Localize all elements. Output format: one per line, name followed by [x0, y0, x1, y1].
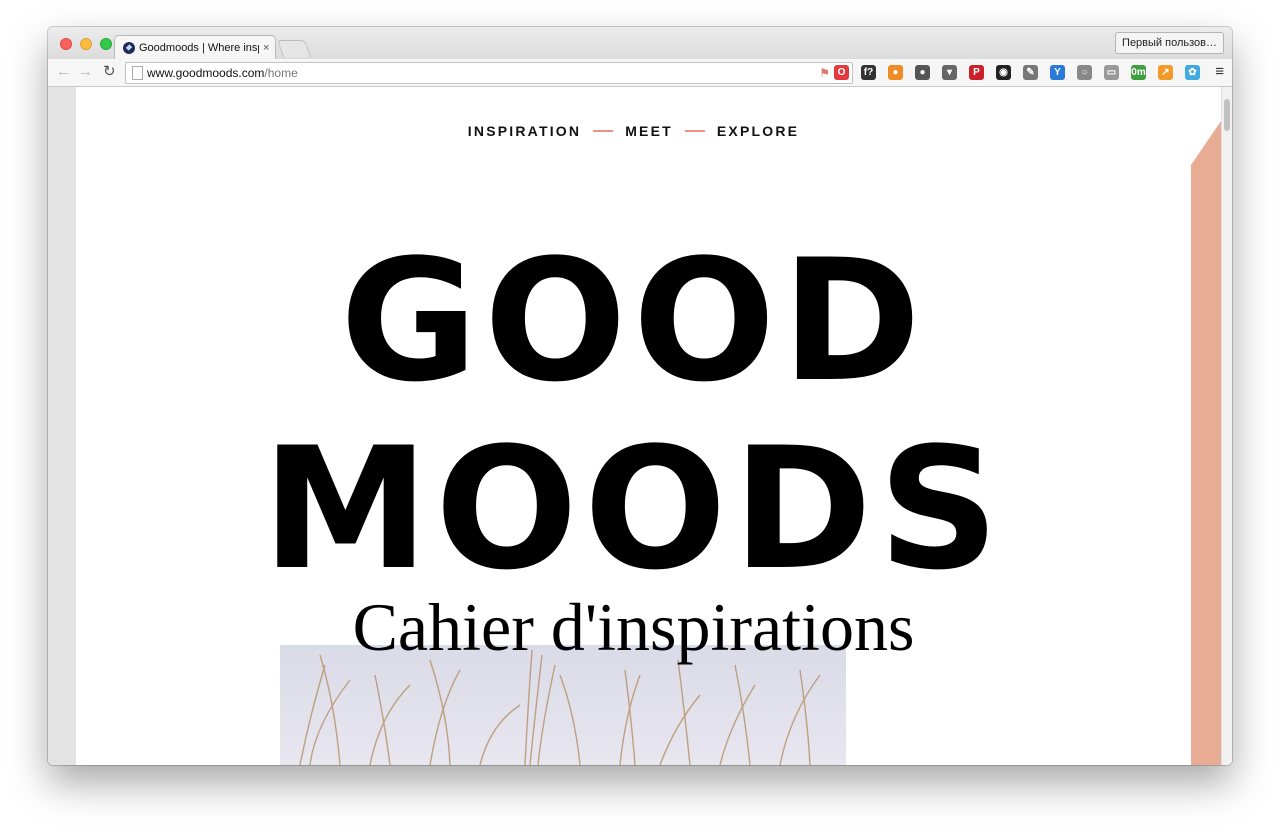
puzzle-icon[interactable]: ✿ — [1185, 65, 1200, 80]
browser-toolbar: ← → ↻ www.goodmoods.com/home ⚑ ☆ Of? ● ● ▾ P… — [48, 59, 1232, 87]
left-gutter — [48, 87, 76, 765]
y-icon[interactable]: Y — [1050, 65, 1065, 80]
tab-strip: Goodmoods | Where inspiration × Первый п… — [48, 27, 1232, 60]
pink-band-shape — [1191, 121, 1221, 765]
timer-icon[interactable]: 0m — [1131, 65, 1146, 80]
vertical-scrollbar[interactable] — [1221, 87, 1232, 765]
hero-subtitle: Cahier d'inspirations — [352, 589, 915, 665]
page-viewport: INSPIRATION MEET EXPLORE GOOD MOODS Cahi… — [48, 87, 1232, 765]
address-bar[interactable]: www.goodmoods.com/home ⚑ ☆ — [125, 62, 853, 84]
fire-icon[interactable]: ● — [888, 65, 903, 80]
new-tab-button[interactable] — [276, 40, 312, 57]
nav-inspiration-link[interactable]: INSPIRATION — [468, 123, 581, 139]
back-arrow-icon[interactable]: ← — [56, 63, 71, 81]
profile-button[interactable]: Первый пользов… — [1115, 32, 1224, 54]
lens-icon[interactable]: ◉ — [996, 65, 1011, 80]
tab-close-icon[interactable]: × — [263, 42, 269, 54]
ring-icon[interactable]: ○ — [1077, 65, 1092, 80]
omnibox-extension-icon[interactable]: ⚑ — [819, 63, 830, 83]
nav-divider — [593, 130, 614, 132]
chart-icon[interactable]: ↗ — [1158, 65, 1173, 80]
tab-title: Goodmoods | Where inspiration — [139, 42, 259, 54]
chrome-menu-icon[interactable]: ≡ — [1215, 64, 1224, 80]
site-nav: INSPIRATION MEET EXPLORE — [76, 123, 1191, 139]
nav-meet-link[interactable]: MEET — [625, 123, 673, 139]
font-icon[interactable]: f? — [861, 65, 876, 80]
opera-icon[interactable]: O — [834, 65, 849, 80]
close-window-button[interactable] — [60, 38, 72, 50]
forward-arrow-icon[interactable]: → — [78, 63, 93, 81]
hero-title-line2: MOODS — [261, 411, 1006, 607]
pinterest-icon[interactable]: P — [969, 65, 984, 80]
pink-side-band — [1191, 87, 1221, 765]
url-path: /home — [264, 66, 298, 80]
reload-icon[interactable]: ↻ — [103, 63, 116, 81]
evernote-icon[interactable]: ● — [915, 65, 930, 80]
page-icon — [132, 66, 143, 80]
minimize-window-button[interactable] — [80, 38, 92, 50]
reader-icon[interactable]: ▭ — [1104, 65, 1119, 80]
pocket-icon[interactable]: ▾ — [942, 65, 957, 80]
browser-window: Goodmoods | Where inspiration × Первый п… — [48, 27, 1232, 765]
hero-title-line1: GOOD — [340, 223, 927, 419]
eyedropper-icon[interactable]: ✎ — [1023, 65, 1038, 80]
nav-divider — [684, 130, 705, 132]
scrollbar-thumb[interactable] — [1224, 99, 1230, 131]
url-host: www.goodmoods.com — [147, 66, 265, 80]
window-controls — [60, 38, 112, 50]
zoom-window-button[interactable] — [100, 38, 112, 50]
url-text: www.goodmoods.com/home — [147, 63, 298, 83]
nav-explore-link[interactable]: EXPLORE — [717, 123, 799, 139]
goodmoods-favicon-icon — [123, 42, 135, 54]
tab-goodmoods[interactable]: Goodmoods | Where inspiration × — [114, 35, 276, 60]
